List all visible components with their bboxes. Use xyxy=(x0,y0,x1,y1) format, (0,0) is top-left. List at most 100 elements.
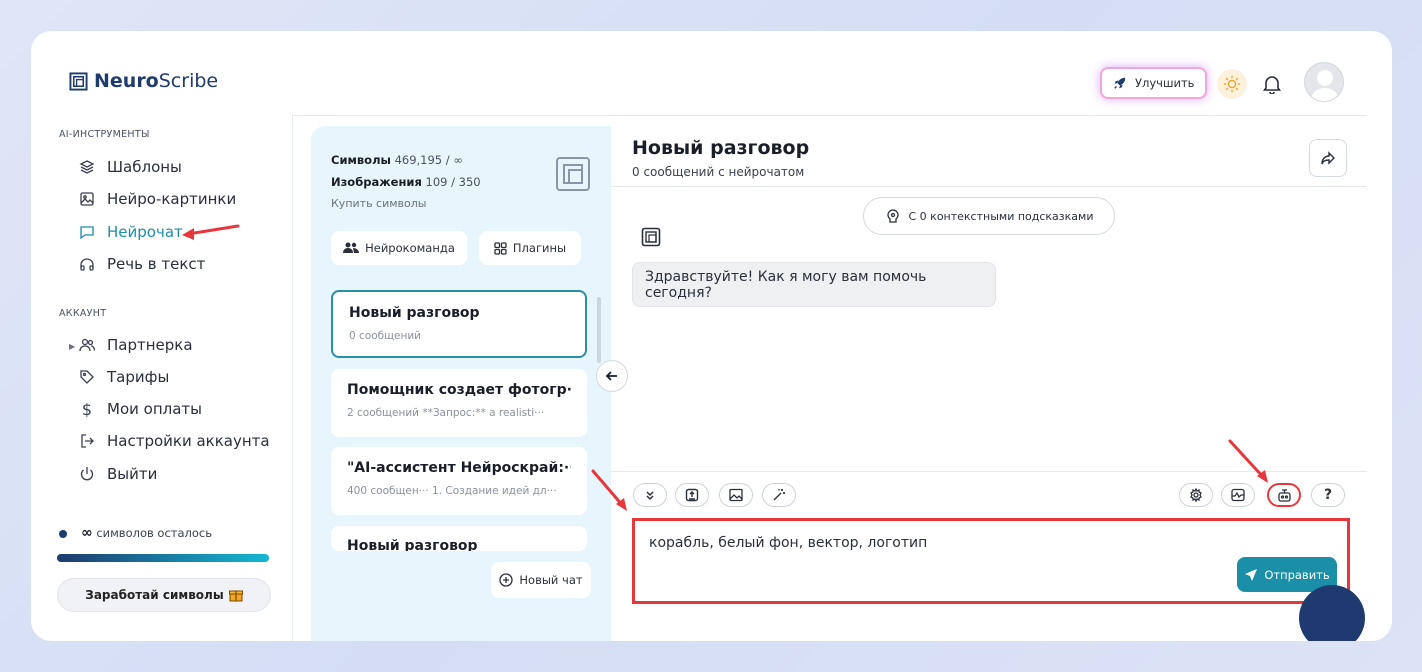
plus-circle-icon xyxy=(499,573,514,587)
upgrade-label: Улучшить xyxy=(1135,76,1195,90)
sun-icon xyxy=(1223,75,1241,93)
new-chat-label: Новый чат xyxy=(519,573,583,587)
symbols-left-label: символов осталось xyxy=(96,526,213,540)
upload-icon xyxy=(685,488,699,502)
chat-item[interactable]: Новый разговор xyxy=(331,526,587,551)
chat-item-active[interactable]: Новый разговор 0 сообщений xyxy=(331,290,587,358)
symbols-value: 469,195 / ∞ xyxy=(394,153,463,167)
sidebar-item-label: Партнерка xyxy=(107,336,193,354)
bot-assistant-button[interactable] xyxy=(1267,483,1301,507)
collapse-panel-button[interactable] xyxy=(596,360,628,392)
neuroteam-label: Нейрокоманда xyxy=(365,241,455,255)
earn-symbols-button[interactable]: Заработай символы xyxy=(57,578,271,612)
sidebar-item-speech-to-text[interactable]: Речь в текст xyxy=(79,255,205,273)
login-icon xyxy=(79,433,95,449)
context-hints-button[interactable]: С 0 контекстными подсказками xyxy=(863,197,1115,235)
robot-icon xyxy=(1277,488,1291,502)
theme-toggle[interactable] xyxy=(1217,69,1247,99)
sidebar-item-label: Шаблоны xyxy=(107,158,182,176)
help-button[interactable]: ? xyxy=(1311,483,1345,507)
expand-prompts-button[interactable] xyxy=(633,483,667,507)
sidebar-item-label: Нейро-картинки xyxy=(107,190,237,208)
magic-wand-icon xyxy=(773,489,785,501)
new-chat-button[interactable]: Новый чат xyxy=(491,562,591,598)
share-icon xyxy=(1321,151,1335,165)
bot-logo-icon xyxy=(641,227,661,247)
sidebar-item-logout[interactable]: Выйти xyxy=(79,465,157,483)
power-icon xyxy=(79,466,95,482)
bell-icon xyxy=(1263,76,1281,94)
sidebar-item-tariffs[interactable]: Тарифы xyxy=(79,368,169,386)
chat-item[interactable]: Помощник создает фотогр··· 2 сообщений *… xyxy=(331,369,587,437)
bot-message-text: Здравствуйте! Как я могу вам помочь сего… xyxy=(645,268,927,301)
conversation-divider xyxy=(611,186,1367,187)
chat-list-panel: Символы 469,195 / ∞ Изображения 109 / 35… xyxy=(311,126,611,641)
context-hints-label: С 0 контекстными подсказками xyxy=(908,209,1094,223)
expand-caret-icon[interactable]: ▶ xyxy=(69,342,75,351)
sidebar-item-templates[interactable]: Шаблоны xyxy=(79,158,182,176)
tag-icon xyxy=(79,369,95,385)
neuroteam-button[interactable]: Нейрокоманда xyxy=(331,231,467,265)
chat-item-title: Новый разговор xyxy=(347,538,478,551)
chat-item-title: "AI-ассистент Нейроскрай:··· xyxy=(347,460,571,476)
app-window: NeuroScribe Улучшить AI-ИНСТРУМЕНТЫ Шабл… xyxy=(31,31,1392,641)
activity-button[interactable] xyxy=(1221,483,1255,507)
conversation-subtitle: 0 сообщений с нейрочатом xyxy=(632,165,805,179)
message-input[interactable]: корабль, белый фон, вектор, логотип xyxy=(649,535,927,551)
brand-logo[interactable]: NeuroScribe xyxy=(69,70,218,92)
headphones-icon xyxy=(79,256,95,272)
chat-item-subtitle: 400 сообщен··· 1. Создание идей дл··· xyxy=(347,485,557,497)
layers-icon xyxy=(79,159,95,175)
user-avatar[interactable] xyxy=(1304,62,1344,102)
sidebar-item-neurochat[interactable]: Нейрочат xyxy=(79,223,183,241)
upgrade-button[interactable]: Улучшить xyxy=(1100,67,1208,99)
sidebar-section-account: АККАУНТ xyxy=(59,308,107,319)
sidebar-item-label: Выйти xyxy=(107,465,158,483)
brain-icon xyxy=(886,209,899,223)
settings-button[interactable] xyxy=(1179,483,1213,507)
message-input-area[interactable]: корабль, белый фон, вектор, логотип Отпр… xyxy=(632,518,1350,604)
team-icon xyxy=(343,242,360,253)
chat-item-title: Новый разговор xyxy=(349,305,480,321)
upload-button[interactable] xyxy=(675,483,709,507)
header-divider xyxy=(293,115,1367,116)
gift-icon xyxy=(228,590,243,602)
symbols-progress-bar xyxy=(57,554,269,562)
sidebar-item-label: Речь в текст xyxy=(107,255,206,273)
sidebar-item-neuro-images[interactable]: Нейро-картинки xyxy=(79,190,236,208)
rocket-icon xyxy=(1114,77,1126,89)
sidebar-item-payments[interactable]: $ Мои оплаты xyxy=(79,400,202,419)
images-value: 109 / 350 xyxy=(425,175,481,189)
send-label: Отправить xyxy=(1264,567,1330,582)
panel-logo-icon xyxy=(556,157,590,191)
share-button[interactable] xyxy=(1309,139,1347,177)
sidebar-section-tools: AI-ИНСТРУМЕНТЫ xyxy=(59,129,150,140)
symbols-left: ∞ символов осталось xyxy=(81,525,212,541)
plugins-label: Плагины xyxy=(512,241,567,255)
chat-list-scrollbar[interactable] xyxy=(597,297,601,363)
plugins-button[interactable]: Плагины xyxy=(479,231,581,265)
chat-icon xyxy=(79,224,95,240)
image-generate-button[interactable] xyxy=(719,483,753,507)
sidebar-item-label: Мои оплаты xyxy=(107,400,202,418)
buy-symbols-link[interactable]: Купить символы xyxy=(331,193,481,215)
support-chat-widget[interactable] xyxy=(1299,585,1365,641)
status-dot xyxy=(59,530,67,538)
chat-item[interactable]: "AI-ассистент Нейроскрай:··· 400 сообщен… xyxy=(331,447,587,515)
usage-stats: Символы 469,195 / ∞ Изображения 109 / 35… xyxy=(331,149,481,215)
user-avatar-icon xyxy=(1310,70,1340,101)
sidebar-item-label: Тарифы xyxy=(107,368,170,386)
symbols-left-value: ∞ xyxy=(81,525,93,541)
brand-name-bold: Neuro xyxy=(94,70,159,92)
symbols-label: Символы xyxy=(331,153,391,167)
bot-message: Здравствуйте! Как я могу вам помочь сего… xyxy=(632,262,996,307)
sidebar-item-partners[interactable]: Партнерка xyxy=(79,336,193,354)
help-icon: ? xyxy=(1323,487,1333,503)
image-icon xyxy=(79,191,95,207)
sidebar-item-account-settings[interactable]: Настройки аккаунта xyxy=(79,432,270,450)
gear-icon xyxy=(1190,488,1202,502)
magic-wand-button[interactable] xyxy=(762,483,796,507)
notifications-button[interactable] xyxy=(1259,71,1285,97)
chevrons-down-icon xyxy=(646,491,654,501)
sidebar-item-label: Нейрочат xyxy=(107,223,183,241)
